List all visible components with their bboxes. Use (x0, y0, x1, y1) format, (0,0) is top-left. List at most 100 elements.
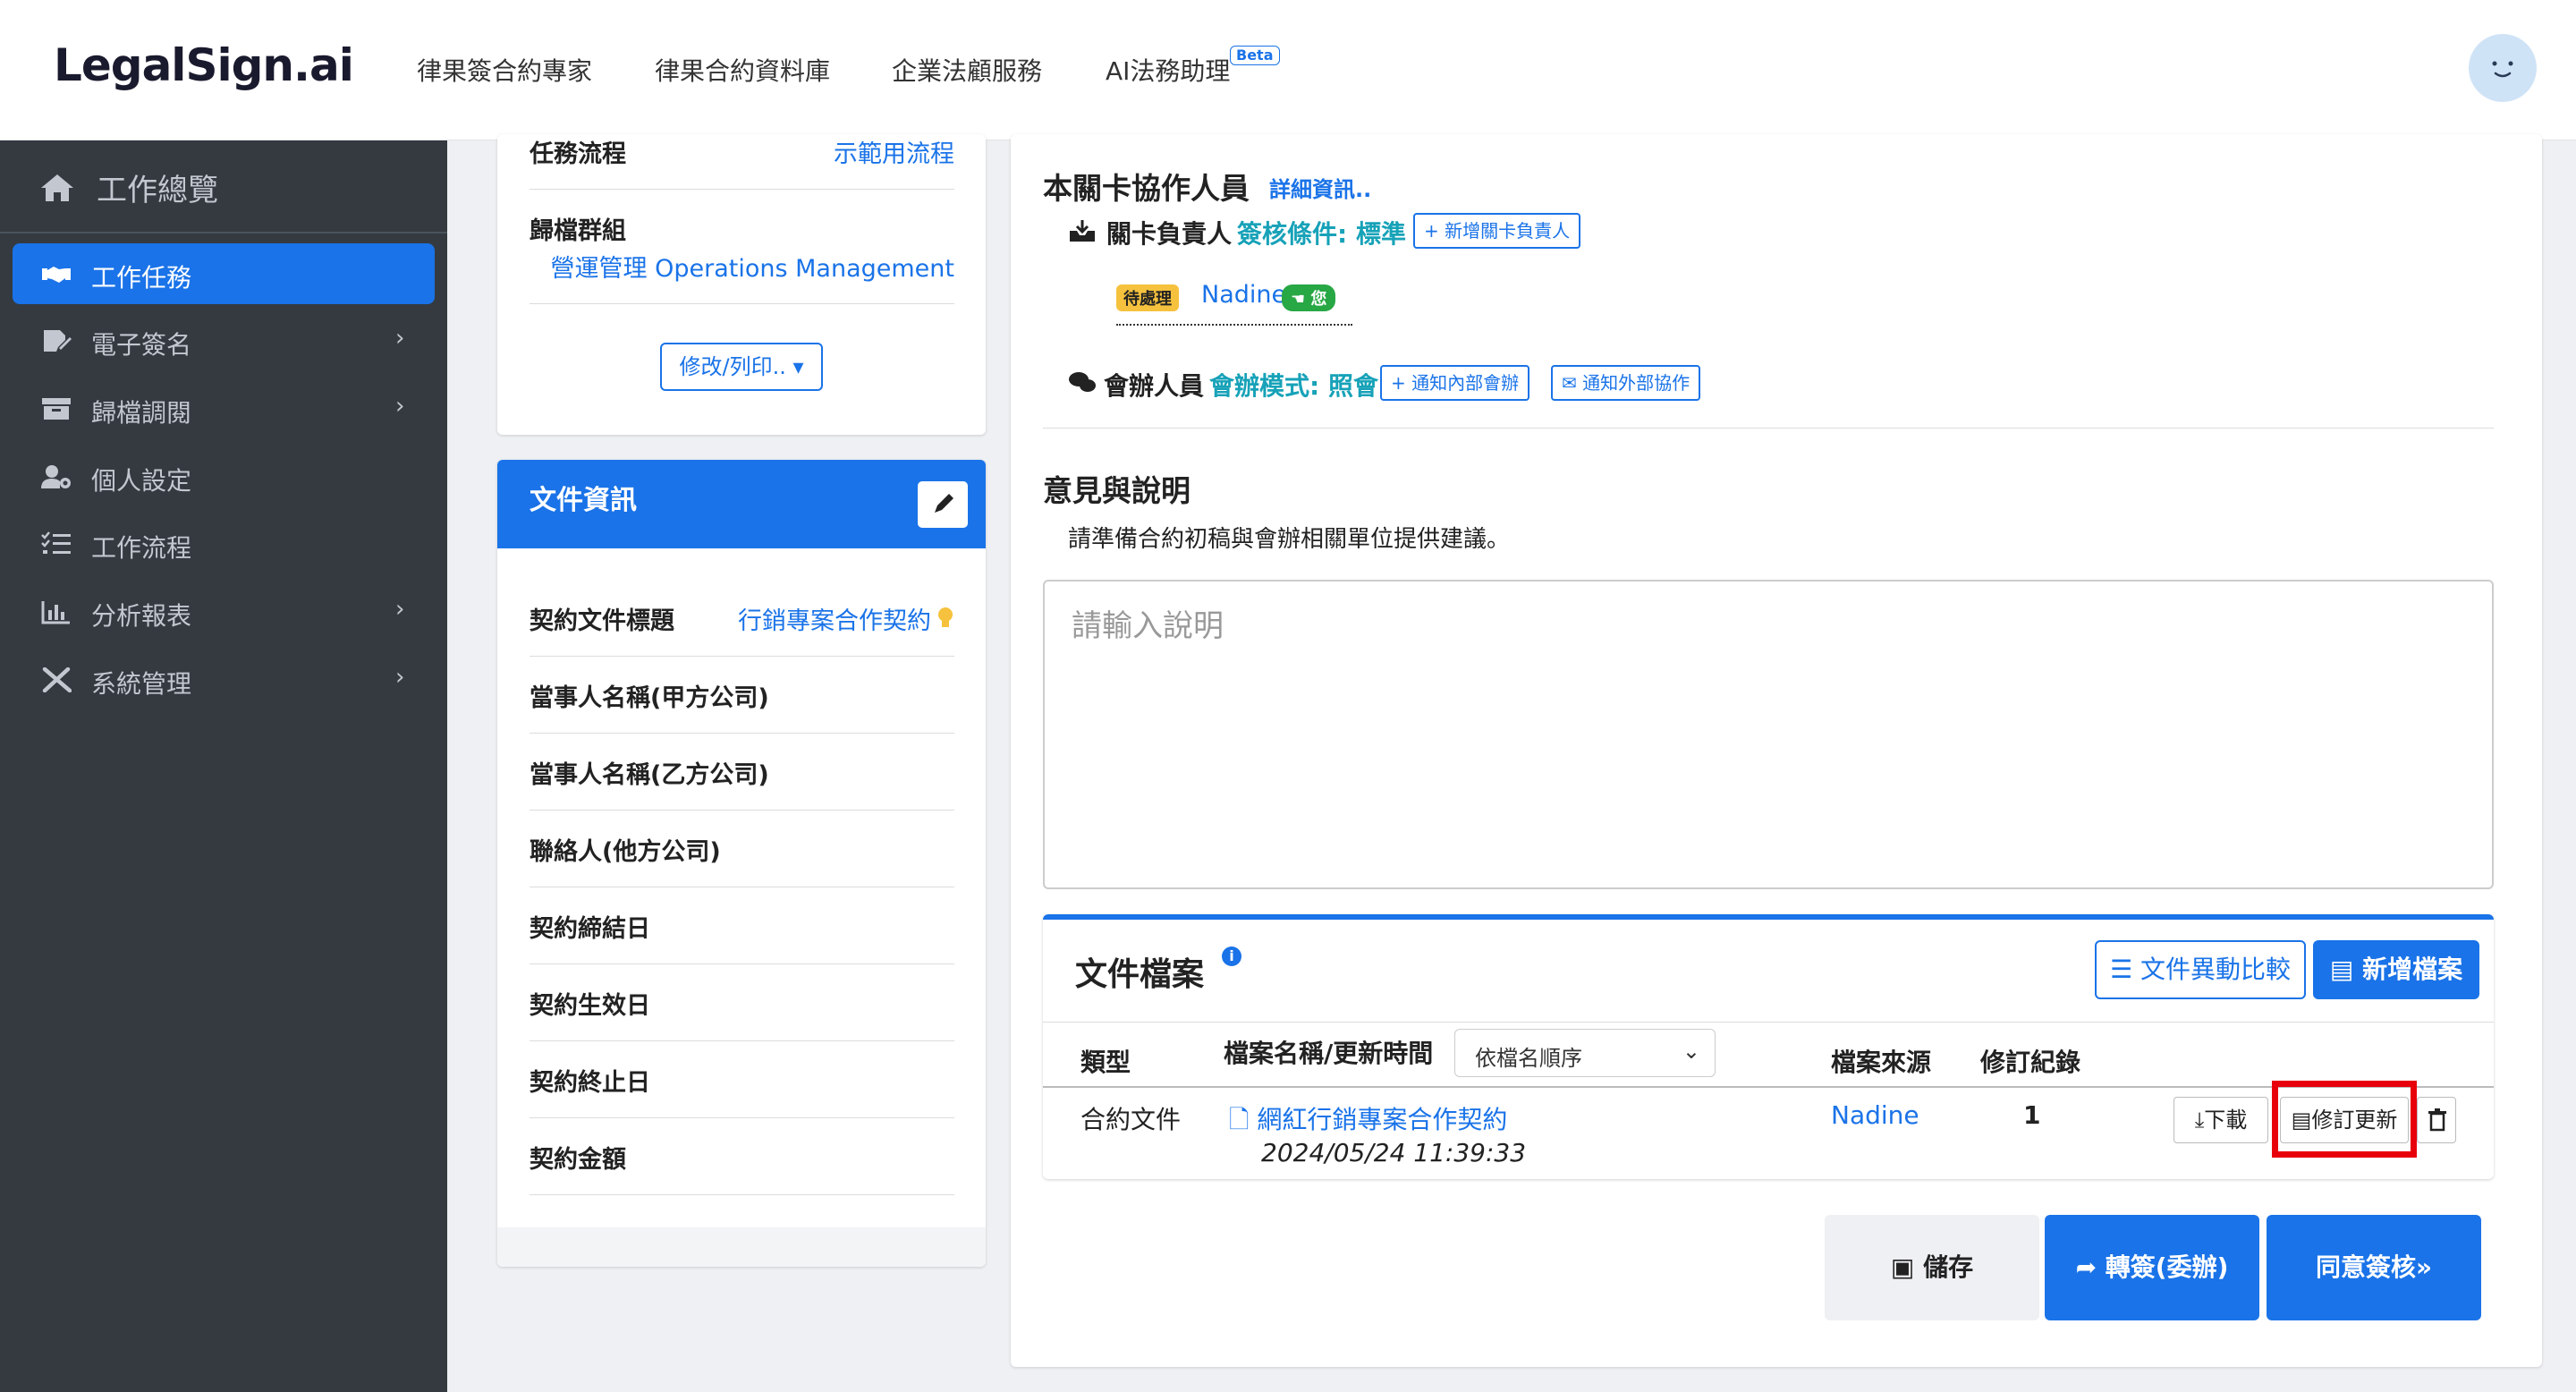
field-value-title[interactable]: 行銷專案合作契約 (738, 601, 931, 636)
cell-revisions[interactable]: 1 (2023, 1100, 2040, 1130)
plus-icon: + (1391, 372, 1406, 394)
assignee-link[interactable]: Nadine (1201, 281, 1286, 309)
chevron-right-icon: › (395, 393, 405, 420)
group-row: 歸檔群組 營運管理 Operations Management (530, 211, 954, 304)
notify-external-button[interactable]: ✉ 通知外部協作 (1551, 365, 1701, 401)
edit-button[interactable] (918, 481, 968, 528)
transfer-label: 轉簽(委辦) (2105, 1252, 2229, 1282)
list-check-icon (41, 531, 71, 554)
nav-legal-service[interactable]: 企業法顧服務 (892, 52, 1042, 88)
share-icon: ➦ (2075, 1252, 2097, 1282)
sidebar-item-tasks[interactable]: 工作任務 (13, 243, 435, 304)
co-label: 會辦人員 (1104, 371, 1205, 401)
revise-button[interactable]: ▤修訂更新 (2280, 1097, 2409, 1143)
field-row-party-a: 當事人名稱(甲方公司) (530, 678, 954, 734)
download-button[interactable]: ⤓下載 (2174, 1097, 2268, 1143)
opinion-textarea[interactable]: 請輸入說明 (1043, 580, 2494, 889)
sidebar-item-personal[interactable]: 個人設定 (13, 446, 435, 507)
group-label: 歸檔群組 (530, 217, 626, 245)
handshake-icon (42, 267, 71, 283)
pencil-icon (935, 494, 953, 513)
notify-internal-button[interactable]: + 通知內部會辦 (1380, 365, 1530, 401)
print-dropdown-button[interactable]: 修改/列印.. ▾ (660, 343, 823, 391)
opinion-title: 意見與說明 (1043, 473, 1191, 508)
field-label: 聯絡人(他方公司) (530, 838, 721, 866)
col-type: 類型 (1080, 1048, 1131, 1077)
owner-label: 關卡負責人 (1106, 219, 1233, 249)
field-label: 契約文件標題 (530, 607, 674, 635)
nav-contract-expert[interactable]: 律果簽合約專家 (417, 52, 592, 88)
co-mode-link[interactable]: 會辦模式: 照會 (1209, 367, 1378, 403)
file-upload-icon: ▤ (2291, 1108, 2312, 1133)
save-label: 儲存 (1923, 1252, 1974, 1282)
pending-badge: 待處理 (1116, 284, 1179, 311)
hand-icon: ☚ (1291, 290, 1306, 309)
files-divider (1043, 1022, 2494, 1023)
chevron-down-icon: ⌄ (1682, 1039, 1700, 1064)
doc-info-header: 文件資訊 (497, 460, 986, 548)
notify-internal-label: 通知內部會辦 (1411, 372, 1520, 394)
workflow-link[interactable]: 示範用流程 (834, 134, 954, 169)
sidebar-item-workflow[interactable]: 工作流程 (13, 514, 435, 574)
sidebar-item-label: 分析報表 (91, 601, 192, 631)
col-source: 檔案來源 (1831, 1048, 1932, 1077)
sidebar-item-archive[interactable]: 歸檔調閱 › (13, 378, 435, 439)
inbox-icon (1070, 220, 1095, 242)
sidebar-item-system[interactable]: 系統管理 › (13, 649, 435, 710)
sidebar-item-esign[interactable]: 電子簽名 › (13, 310, 435, 371)
signature-icon (44, 330, 72, 352)
sidebar-overview[interactable]: 工作總覽 (0, 140, 447, 233)
add-file-button[interactable]: ▤ 新增檔案 (2313, 940, 2479, 999)
floppy-icon: ▣ (1890, 1252, 1915, 1282)
sign-condition-link[interactable]: 簽核條件: 標準 (1237, 215, 1406, 250)
sidebar-item-label: 個人設定 (91, 466, 192, 496)
doc-info-title: 文件資訊 (530, 485, 637, 516)
you-badge: ☚ 您 (1282, 284, 1336, 311)
cell-source[interactable]: Nadine (1831, 1100, 1919, 1130)
add-owner-button[interactable]: + 新增關卡負責人 (1413, 213, 1581, 249)
nav-contract-database[interactable]: 律果合約資料庫 (655, 52, 830, 88)
field-row-effective-date: 契約生效日 (530, 986, 954, 1041)
field-label: 契約終止日 (530, 1069, 650, 1097)
word-file-icon: 🗋 (1229, 1105, 1250, 1134)
lightbulb-icon (938, 607, 953, 627)
add-file-label: 新增檔案 (2362, 955, 2463, 984)
comments-icon (1069, 372, 1096, 392)
plus-icon: + (1424, 220, 1439, 242)
compare-button[interactable]: ☰ 文件異動比較 (2095, 940, 2306, 999)
sidebar-item-label: 歸檔調閱 (91, 398, 192, 428)
col-revisions: 修訂紀錄 (1980, 1048, 2081, 1077)
info-icon[interactable]: i (1222, 946, 1241, 966)
opinion-description: 請準備合約初稿與會辦相關單位提供建議。 (1068, 526, 1511, 553)
beta-badge: Beta (1230, 46, 1280, 65)
field-label: 契約金額 (530, 1146, 626, 1174)
sort-select-value: 依檔名順序 (1475, 1046, 1582, 1071)
delete-button[interactable] (2417, 1097, 2456, 1143)
field-row-sign-date: 契約締結日 (530, 909, 954, 964)
trash-icon (2428, 1108, 2446, 1132)
list-icon: ☰ (2109, 955, 2133, 984)
group-link[interactable]: 營運管理 Operations Management (551, 249, 954, 284)
transfer-button[interactable]: ➦ 轉簽(委辦) (2045, 1215, 2259, 1320)
nav-ai-assistant[interactable]: AI法務助理 (1106, 52, 1230, 88)
field-row-title: 契約文件標題 行銷專案合作契約 (530, 601, 954, 657)
revise-label: 修訂更新 (2311, 1108, 2398, 1133)
details-link[interactable]: 詳細資訊.. (1269, 172, 1371, 203)
chevron-right-icon: › (395, 596, 405, 623)
approve-button[interactable]: 同意簽核» (2267, 1215, 2481, 1320)
top-navbar: LegalSign.ai 律果簽合約專家 律果合約資料庫 企業法顧服務 AI法務… (0, 0, 2576, 140)
brand-logo[interactable]: LegalSign.ai (54, 39, 354, 91)
sort-select[interactable]: 依檔名順序 ⌄ (1454, 1029, 1716, 1077)
field-row-contact: 聯絡人(他方公司) (530, 832, 954, 887)
sidebar-item-label: 系統管理 (91, 669, 192, 699)
you-badge-label: 您 (1310, 290, 1327, 309)
archive-icon (42, 398, 71, 420)
cell-type: 合約文件 (1080, 1105, 1182, 1134)
notify-external-label: 通知外部協作 (1582, 372, 1690, 394)
avatar[interactable] (2469, 34, 2537, 102)
home-icon (41, 174, 73, 201)
sidebar-item-reports[interactable]: 分析報表 › (13, 581, 435, 642)
save-button[interactable]: ▣ 儲存 (1825, 1215, 2039, 1320)
field-label: 當事人名稱(甲方公司) (530, 684, 769, 712)
compare-label: 文件異動比較 (2140, 955, 2292, 984)
